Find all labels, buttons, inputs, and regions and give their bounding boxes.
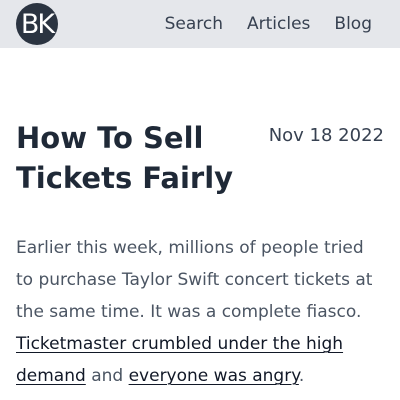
article-conjunction: and [91,366,124,386]
nav-search-link[interactable]: Search [165,12,223,36]
article-title: How To Sell Tickets Fairly [16,121,234,195]
main-navigation: Search Articles Blog [165,12,372,36]
everyone-angry-link[interactable]: everyone was angry [129,366,299,386]
article-ending-punctuation: . [298,366,305,386]
article-intro: Earlier this week, millions of people tr… [16,232,386,392]
article-intro-text: Earlier this week, millions of people tr… [16,238,373,322]
nav-articles-link[interactable]: Articles [247,12,310,36]
site-header: BK Search Articles Blog [0,0,400,48]
article-date: Nov 18 2022 [268,125,384,146]
site-logo[interactable]: BK [16,3,58,45]
nav-blog-link[interactable]: Blog [334,12,372,36]
